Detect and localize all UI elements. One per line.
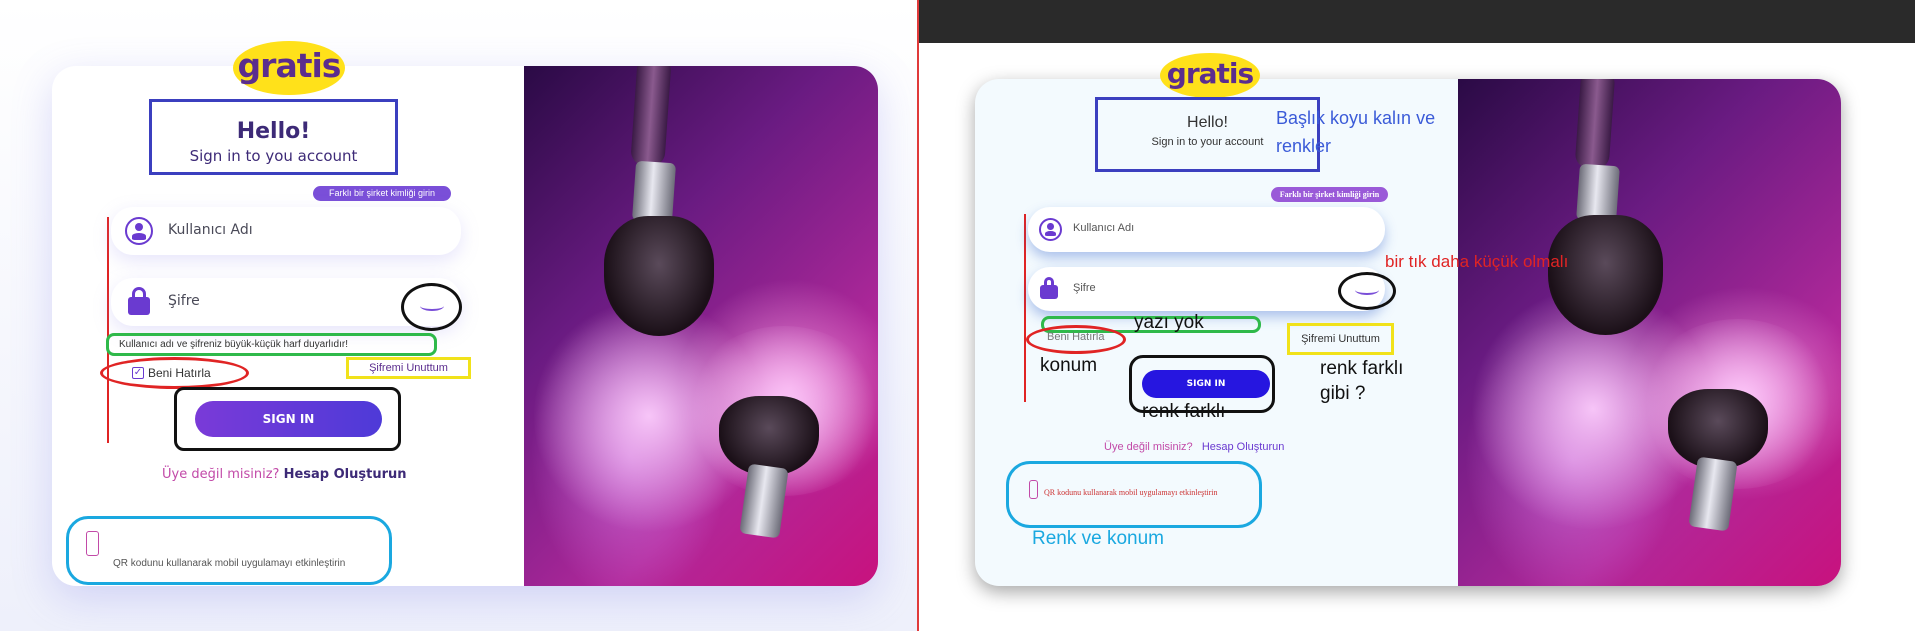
- remember-me-label: Beni Hatırla: [1047, 331, 1105, 343]
- brush-bristles: [1548, 215, 1663, 335]
- annotation-red-bar: [1024, 214, 1026, 402]
- forgot-password-link[interactable]: Şifremi Unuttum: [1287, 323, 1394, 355]
- signin-color-note: renk farklı: [1142, 401, 1226, 422]
- sign-in-button[interactable]: SIGN IN: [195, 401, 382, 437]
- remember-me-checkbox[interactable]: ✓ Beni Hatırla: [100, 357, 249, 389]
- login-header: Hello! Sign in to you account: [149, 99, 398, 175]
- title-note-line1: Başlık koyu kalın ve: [1276, 108, 1436, 128]
- login-subtitle: Sign in to you account: [189, 147, 358, 165]
- brush-bristles: [719, 396, 819, 476]
- create-account-link[interactable]: Hesap Oluşturun: [284, 467, 407, 482]
- brush-bristles: [1668, 389, 1768, 469]
- browser-top-bar: [919, 0, 1915, 43]
- makeup-brush-photo: [524, 66, 878, 586]
- qr-activation-block[interactable]: QR kodunu kullanarak mobil uygulamayı et…: [1006, 461, 1262, 528]
- company-id-link[interactable]: Farklı bir şirket kimliği girin: [313, 186, 451, 201]
- eye-size-note: bir tık daha küçük olmalı: [1385, 252, 1569, 271]
- brush-handle: [630, 66, 672, 168]
- brush-ferrule: [1576, 163, 1620, 223]
- qr-activation-block[interactable]: QR kodunu kullanarak mobil uygulamayı et…: [66, 516, 392, 585]
- forgot-color-note-line1: renk farklı: [1320, 358, 1404, 379]
- comparison-stage: gratis Hello! Sign in to you account Far…: [0, 0, 1915, 631]
- password-placeholder: Şifre: [168, 293, 200, 309]
- forgot-color-note-line2: gibi ?: [1320, 383, 1366, 404]
- eye-closed-icon: [1355, 285, 1379, 295]
- makeup-brush-photo: [1458, 79, 1841, 586]
- qr-activation-text: QR kodunu kullanarak mobil uygulamayı et…: [1044, 488, 1218, 497]
- brush-ferrule: [739, 463, 789, 539]
- brush-ferrule: [631, 160, 677, 224]
- username-placeholder: Kullanıcı Adı: [1073, 222, 1135, 234]
- register-prompt: Üye değil misiniz? Hesap Oluşturun: [1104, 441, 1284, 453]
- title-note-line2: renkler: [1276, 136, 1332, 156]
- lock-icon: [1040, 277, 1058, 299]
- phone-hand-icon: [1029, 480, 1038, 499]
- phone-hand-icon: [86, 531, 99, 556]
- show-password-toggle[interactable]: [401, 283, 462, 331]
- user-icon: [1039, 218, 1062, 241]
- gratis-logo: gratis: [233, 41, 345, 95]
- show-password-toggle[interactable]: [1338, 272, 1396, 310]
- lock-icon: [128, 287, 150, 315]
- username-field[interactable]: Kullanıcı Adı: [1028, 207, 1385, 252]
- gratis-logo: gratis: [1160, 53, 1260, 98]
- username-field[interactable]: Kullanıcı Adı: [111, 207, 461, 255]
- username-placeholder: Kullanıcı Adı: [168, 222, 253, 238]
- brush-bristles: [604, 216, 714, 336]
- sign-in-button[interactable]: SIGN IN: [1142, 370, 1270, 398]
- checkbox-checked-icon: ✓: [132, 367, 144, 379]
- brush-handle: [1574, 79, 1616, 171]
- user-icon: [125, 217, 153, 245]
- eye-closed-icon: [419, 301, 444, 311]
- qr-color-position-note: Renk ve konum: [1032, 528, 1165, 549]
- password-field[interactable]: Şifre: [1028, 267, 1385, 311]
- annotation-red-bar: [107, 217, 109, 443]
- create-account-link[interactable]: Hesap Oluşturun: [1202, 441, 1285, 453]
- register-question: Üye değil misiniz?: [162, 467, 280, 482]
- remember-position-note: konum: [1040, 355, 1098, 376]
- case-sensitivity-hint: Kullanıcı adı ve şifreniz büyük-küçük ha…: [106, 333, 437, 356]
- register-prompt: Üye değil misiniz? Hesap Oluşturun: [162, 467, 407, 482]
- register-question: Üye değil misiniz?: [1104, 441, 1193, 453]
- hint-missing-note: yazı yok: [1134, 312, 1204, 333]
- login-title: Hello!: [236, 119, 311, 144]
- design-pane: gratis Hello! Sign in to you account Far…: [0, 0, 917, 631]
- forgot-password-link[interactable]: Şifremi Unuttum: [346, 357, 471, 379]
- brush-ferrule: [1688, 456, 1738, 532]
- sign-in-annotation-frame: SIGN IN: [174, 387, 401, 451]
- qr-activation-text: QR kodunu kullanarak mobil uygulamayı et…: [113, 558, 346, 569]
- remember-me-label: Beni Hatırla: [148, 366, 211, 380]
- remember-me-checkbox[interactable]: Beni Hatırla: [1026, 325, 1126, 354]
- password-placeholder: Şifre: [1073, 282, 1096, 294]
- company-id-link[interactable]: Farklı bir şirket kimliği girin: [1271, 187, 1388, 202]
